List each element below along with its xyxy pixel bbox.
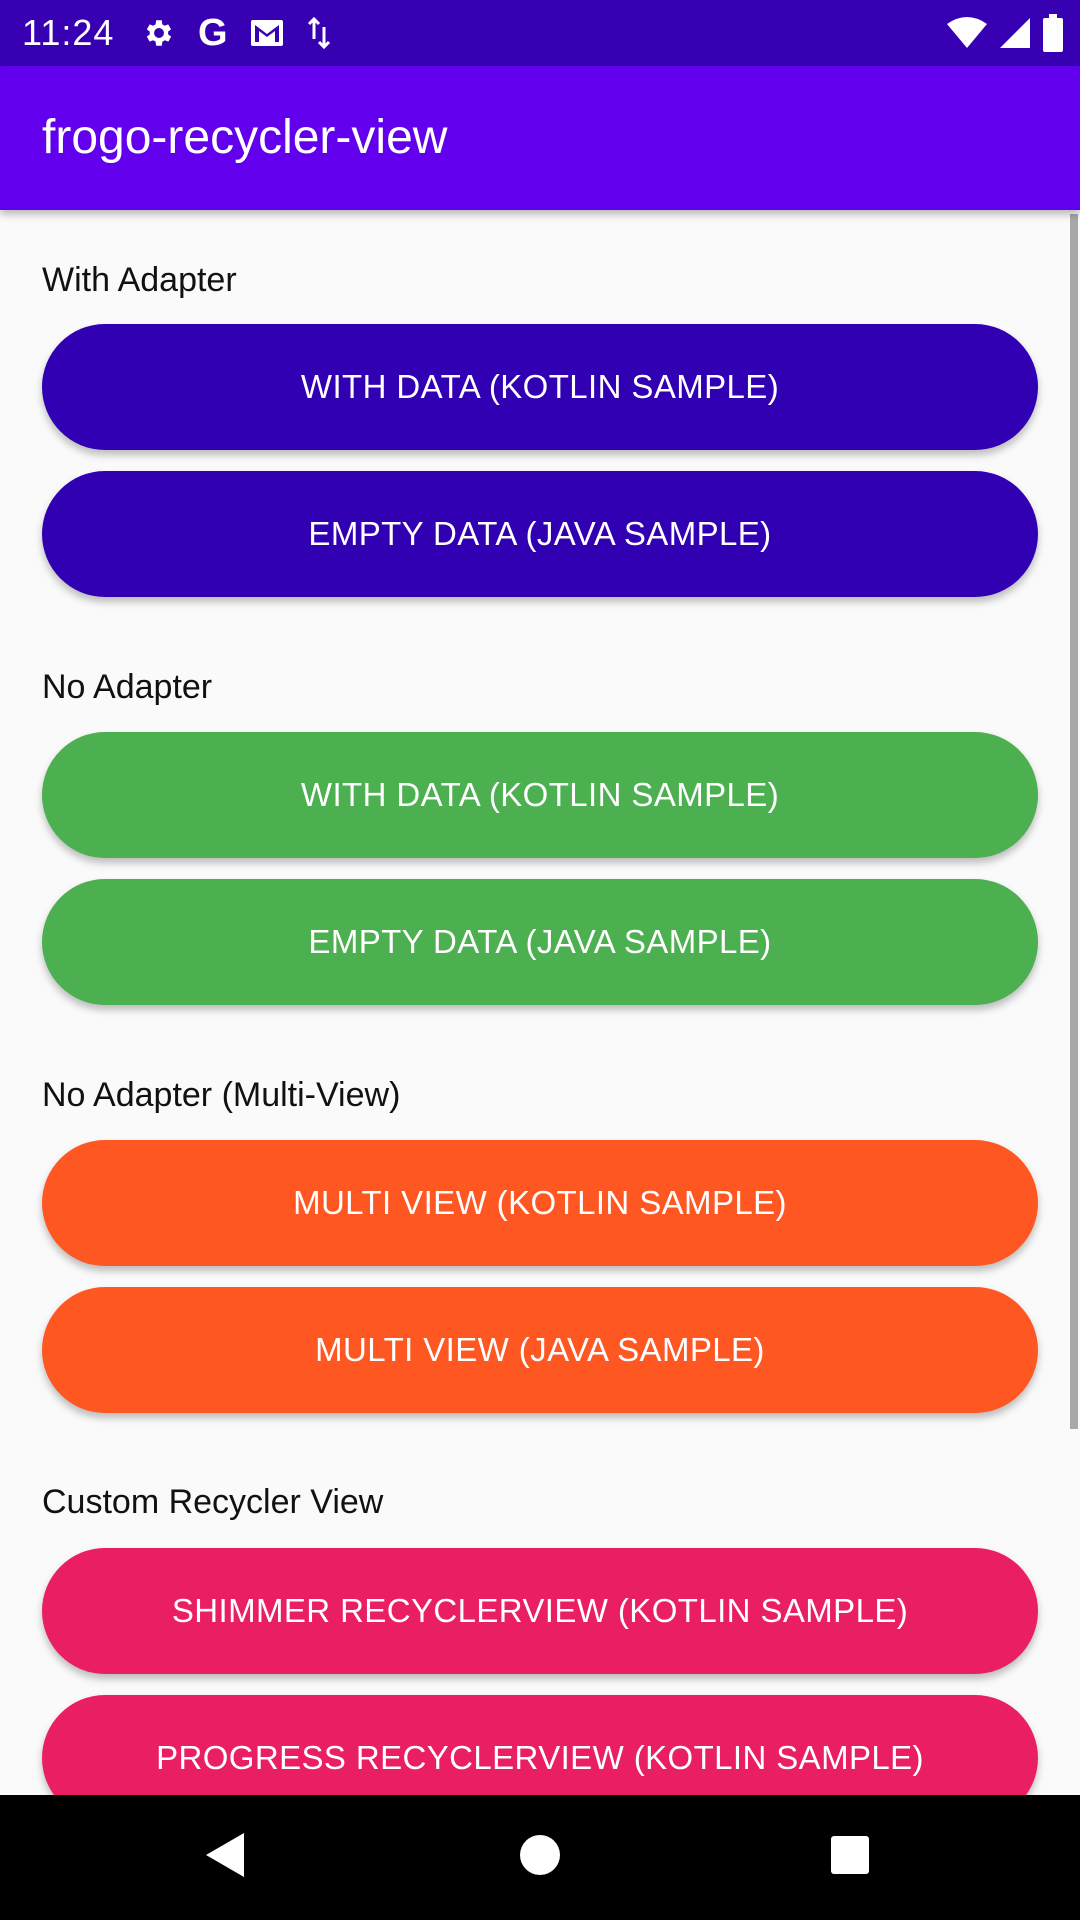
section-label-no-adapter: No Adapter bbox=[42, 668, 213, 706]
google-icon: G bbox=[198, 12, 228, 54]
scrollbar[interactable] bbox=[1070, 214, 1078, 1429]
section-label-with-adapter: With Adapter bbox=[42, 261, 237, 299]
with-adapter-with-data-button[interactable]: WITH DATA (KOTLIN SAMPLE) bbox=[42, 324, 1038, 450]
status-notification-icons: G bbox=[142, 13, 354, 53]
main-content[interactable]: With Adapter WITH DATA (KOTLIN SAMPLE) E… bbox=[0, 210, 1080, 1795]
navigation-bar bbox=[0, 1795, 1080, 1920]
gear-icon bbox=[142, 16, 176, 50]
home-icon bbox=[519, 1834, 561, 1881]
with-adapter-empty-data-button[interactable]: EMPTY DATA (JAVA SAMPLE) bbox=[42, 471, 1038, 597]
section-label-custom-recycler: Custom Recycler View bbox=[42, 1483, 384, 1521]
status-system-icons bbox=[936, 11, 1064, 55]
data-transfer-icon bbox=[306, 17, 332, 49]
recents-button[interactable] bbox=[790, 1795, 910, 1920]
recents-icon bbox=[830, 1835, 870, 1880]
app-bar: frogo-recycler-view bbox=[0, 66, 1080, 210]
multi-view-java-button[interactable]: MULTI VIEW (JAVA SAMPLE) bbox=[42, 1287, 1038, 1413]
progress-recyclerview-button[interactable]: PROGRESS RECYCLERVIEW (KOTLIN SAMPLE) bbox=[42, 1695, 1038, 1795]
no-adapter-empty-data-button[interactable]: EMPTY DATA (JAVA SAMPLE) bbox=[42, 879, 1038, 1005]
app-title: frogo-recycler-view bbox=[42, 111, 448, 164]
battery-icon bbox=[1042, 14, 1064, 52]
multi-view-kotlin-button[interactable]: MULTI VIEW (KOTLIN SAMPLE) bbox=[42, 1140, 1038, 1266]
status-time: 11:24 bbox=[22, 12, 115, 53]
back-icon bbox=[204, 1831, 248, 1884]
gmail-icon bbox=[250, 19, 284, 47]
back-button[interactable] bbox=[166, 1795, 286, 1920]
cell-signal-icon bbox=[998, 16, 1032, 50]
section-label-multi-view: No Adapter (Multi-View) bbox=[42, 1076, 401, 1114]
no-adapter-with-data-button[interactable]: WITH DATA (KOTLIN SAMPLE) bbox=[42, 732, 1038, 858]
status-bar: 11:24 G bbox=[0, 0, 1080, 66]
home-button[interactable] bbox=[480, 1795, 600, 1920]
shimmer-recyclerview-button[interactable]: SHIMMER RECYCLERVIEW (KOTLIN SAMPLE) bbox=[42, 1548, 1038, 1674]
wifi-icon bbox=[946, 16, 988, 50]
